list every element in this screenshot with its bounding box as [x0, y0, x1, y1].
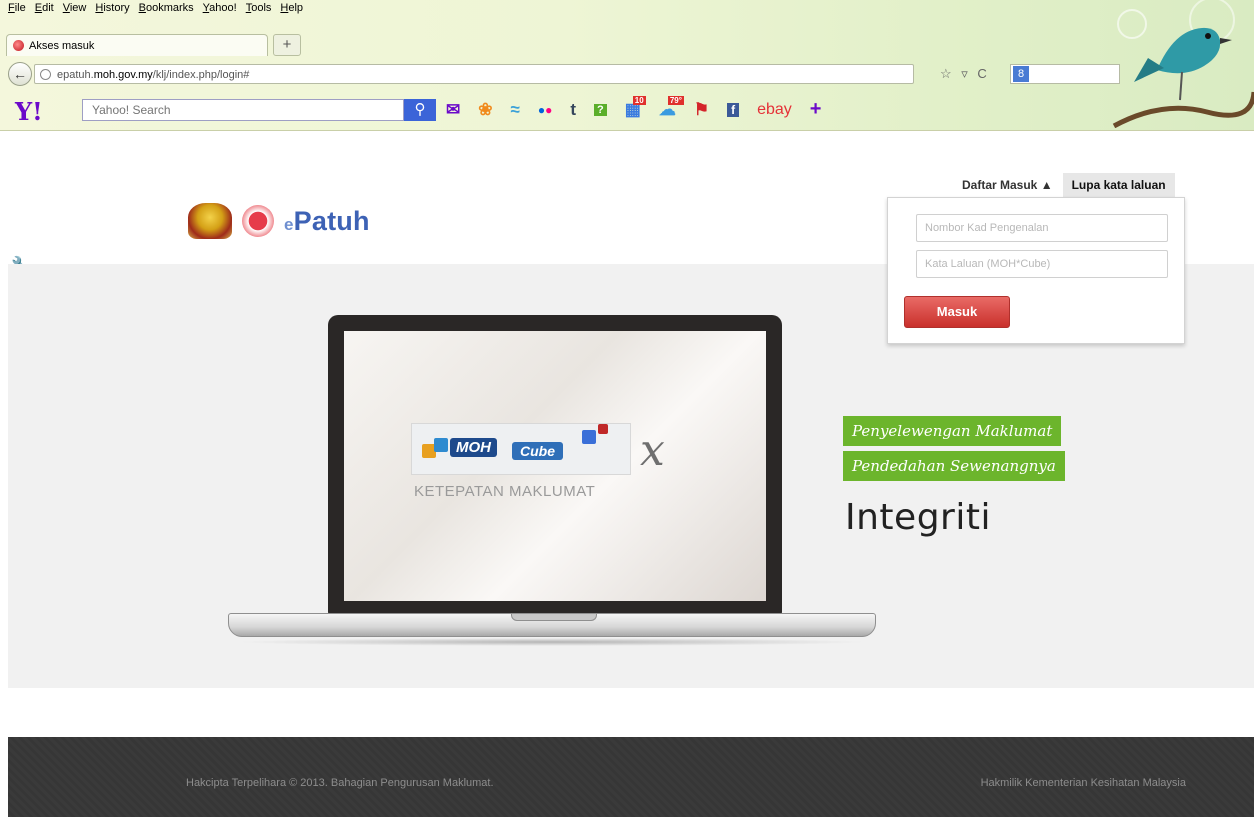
menu-bar: File Edit View History Bookmarks Yahoo! … [8, 2, 303, 18]
news-icon[interactable]: ▦ 10 [625, 95, 646, 120]
brand-title: ePatuh [284, 206, 370, 237]
health-heart-logo [242, 205, 274, 237]
login-tabs: Daftar Masuk ▲ Lupa kata laluan [952, 173, 1175, 198]
back-button[interactable]: ← [8, 62, 32, 86]
ebay-icon[interactable]: ebay [757, 101, 792, 119]
url-bar[interactable]: epatuh.moh.gov.my/klj/index.php/login# [34, 64, 914, 84]
weather-icon[interactable]: ☁ 79° [659, 95, 684, 120]
menu-history[interactable]: History [95, 2, 129, 18]
tumblr-icon[interactable]: t [570, 100, 576, 120]
news-badge: 10 [632, 95, 646, 105]
browser-chrome: File Edit View History Bookmarks Yahoo! … [0, 0, 1254, 131]
bird-theme-image [1112, 0, 1254, 128]
yahoo-logo[interactable]: Y! [15, 97, 43, 126]
sports-icon[interactable]: ❀ [478, 100, 492, 120]
yahoo-search-button[interactable]: ⚲ [404, 99, 436, 121]
cube-blue-right [582, 430, 596, 444]
header-logos: ePatuh [188, 203, 370, 239]
browser-tab[interactable]: Akses masuk [6, 34, 268, 56]
masuk-button[interactable]: Masuk [904, 296, 1010, 328]
bookmarks-icon[interactable]: ⚑ [694, 100, 709, 120]
laptop-screen: MOH Cube x KETEPATAN MAKLUMAT [328, 315, 782, 615]
url-host-main: moh.gov.my [93, 69, 153, 81]
new-tab-button[interactable]: + [273, 34, 301, 56]
mohcube-logo: MOH Cube [411, 423, 631, 475]
ic-number-input[interactable] [916, 214, 1168, 242]
integriti-headline: Integriti [845, 497, 991, 538]
x-mark: x [640, 425, 665, 476]
brand-name: Patuh [293, 205, 370, 236]
tab-daftar-masuk[interactable]: Daftar Masuk ▲ [952, 173, 1063, 198]
globe-icon [40, 69, 51, 80]
tag-penyelewengan: Penyelewengan Maklumat [843, 416, 1062, 446]
cube-text: Cube [512, 442, 563, 460]
menu-tools[interactable]: Tools [246, 2, 272, 18]
footer-copyright: Hakcipta Terpelihara © 2013. Bahagian Pe… [186, 777, 494, 789]
menu-edit[interactable]: Edit [35, 2, 54, 18]
cube-blue [434, 438, 448, 452]
menu-view[interactable]: View [63, 2, 87, 18]
google-icon: 8 [1013, 66, 1029, 82]
ketepatan-maklumat-caption: KETEPATAN MAKLUMAT [414, 483, 596, 500]
facebook-icon[interactable]: f [727, 102, 740, 117]
footer: Hakcipta Terpelihara © 2013. Bahagian Pe… [8, 737, 1254, 817]
finance-icon[interactable]: ≈ [511, 100, 520, 120]
menu-bookmarks[interactable]: Bookmarks [139, 2, 194, 18]
laptop-shadow [236, 638, 868, 646]
menu-help[interactable]: Help [280, 2, 303, 18]
mail-icon[interactable]: ✉ [446, 100, 460, 120]
login-panel: Masuk [887, 197, 1185, 344]
url-tools[interactable]: ☆ ▿ C [940, 66, 990, 82]
tab-title: Akses masuk [29, 40, 95, 52]
malaysia-crest-logo [188, 203, 232, 239]
add-icon[interactable]: + [810, 98, 822, 121]
menu-file[interactable]: File [8, 2, 26, 18]
cube-red [598, 424, 608, 434]
yahoo-search-input[interactable] [82, 99, 404, 121]
laptop-illustration: MOH Cube x KETEPATAN MAKLUMAT [228, 315, 876, 650]
weather-badge: 79° [667, 95, 684, 105]
moh-text: MOH [450, 438, 497, 457]
laptop-display: MOH Cube x KETEPATAN MAKLUMAT [344, 331, 766, 601]
brand-prefix: e [284, 214, 294, 234]
laptop-notch [511, 614, 597, 621]
back-arrow-icon: ← [13, 66, 27, 82]
password-input[interactable] [916, 250, 1168, 278]
yahoo-toolbar: Y! ⚲ ✉ ❀ ≈ ●● t ? ▦10 ☁79° ⚑ f ebay + [0, 94, 1254, 126]
tab-lupa-kata-laluan[interactable]: Lupa kata laluan [1062, 173, 1175, 198]
tag-pendedahan: Pendedahan Sewenangnya [843, 451, 1065, 481]
search-icon: ⚲ [414, 101, 426, 118]
footer-ownership: Hakmilik Kementerian Kesihatan Malaysia [980, 777, 1186, 789]
google-search-box[interactable]: 8 [1010, 64, 1120, 84]
flickr-icon[interactable]: ●● [538, 103, 553, 117]
yahoo-icon-row: ✉ ❀ ≈ ●● t ? ▦ 10 ☁ 79° ⚑ f ebay + [446, 95, 822, 121]
answers-icon[interactable]: ? [594, 103, 607, 116]
laptop-base [228, 613, 876, 637]
url-host-prefix: epatuh. [57, 69, 94, 81]
favicon-icon [13, 40, 24, 51]
menu-yahoo[interactable]: Yahoo! [203, 2, 237, 18]
url-path: /klj/index.php/login# [152, 69, 250, 81]
